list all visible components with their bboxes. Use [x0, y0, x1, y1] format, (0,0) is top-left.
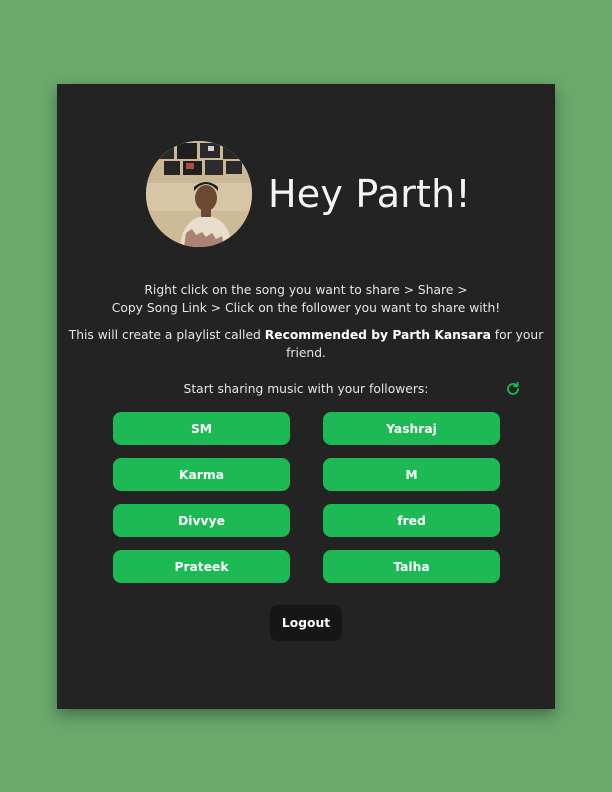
instructions-line-2-prefix: This will create a playlist called [68, 328, 265, 342]
playlist-name: Recommended by Parth Kansara [264, 328, 491, 342]
refresh-icon-graphic [507, 381, 519, 395]
avatar-photo [146, 141, 252, 247]
follower-button-sm[interactable]: SM [113, 412, 290, 445]
greeting-title: Hey Parth! [268, 172, 471, 216]
instructions-line-1a: Right click on the song you want to shar… [144, 283, 468, 297]
share-card: Hey Parth! Right click on the song you w… [57, 84, 555, 709]
logout-button[interactable]: Logout [270, 605, 342, 641]
follower-button-m[interactable]: M [323, 458, 500, 491]
avatar [146, 141, 252, 247]
follower-button-prateek[interactable]: Prateek [113, 550, 290, 583]
follower-button-fred[interactable]: fred [323, 504, 500, 537]
refresh-icon[interactable] [505, 381, 521, 397]
instructions-line-2: This will create a playlist called Recom… [57, 326, 555, 362]
follower-button-divvye[interactable]: Divvye [113, 504, 290, 537]
followers-heading: Start sharing music with your followers: [183, 382, 429, 396]
follower-button-yashraj[interactable]: Yashraj [323, 412, 500, 445]
instructions: Right click on the song you want to shar… [57, 281, 555, 362]
follower-button-karma[interactable]: Karma [113, 458, 290, 491]
followers-grid: SM Yashraj Karma M Divvye fred Prateek T… [113, 412, 500, 583]
followers-heading-row: Start sharing music with your followers: [57, 381, 555, 400]
profile-header: Hey Parth! [146, 141, 471, 247]
follower-button-talha[interactable]: Talha [323, 550, 500, 583]
instructions-line-1b: Copy Song Link > Click on the follower y… [111, 301, 501, 315]
